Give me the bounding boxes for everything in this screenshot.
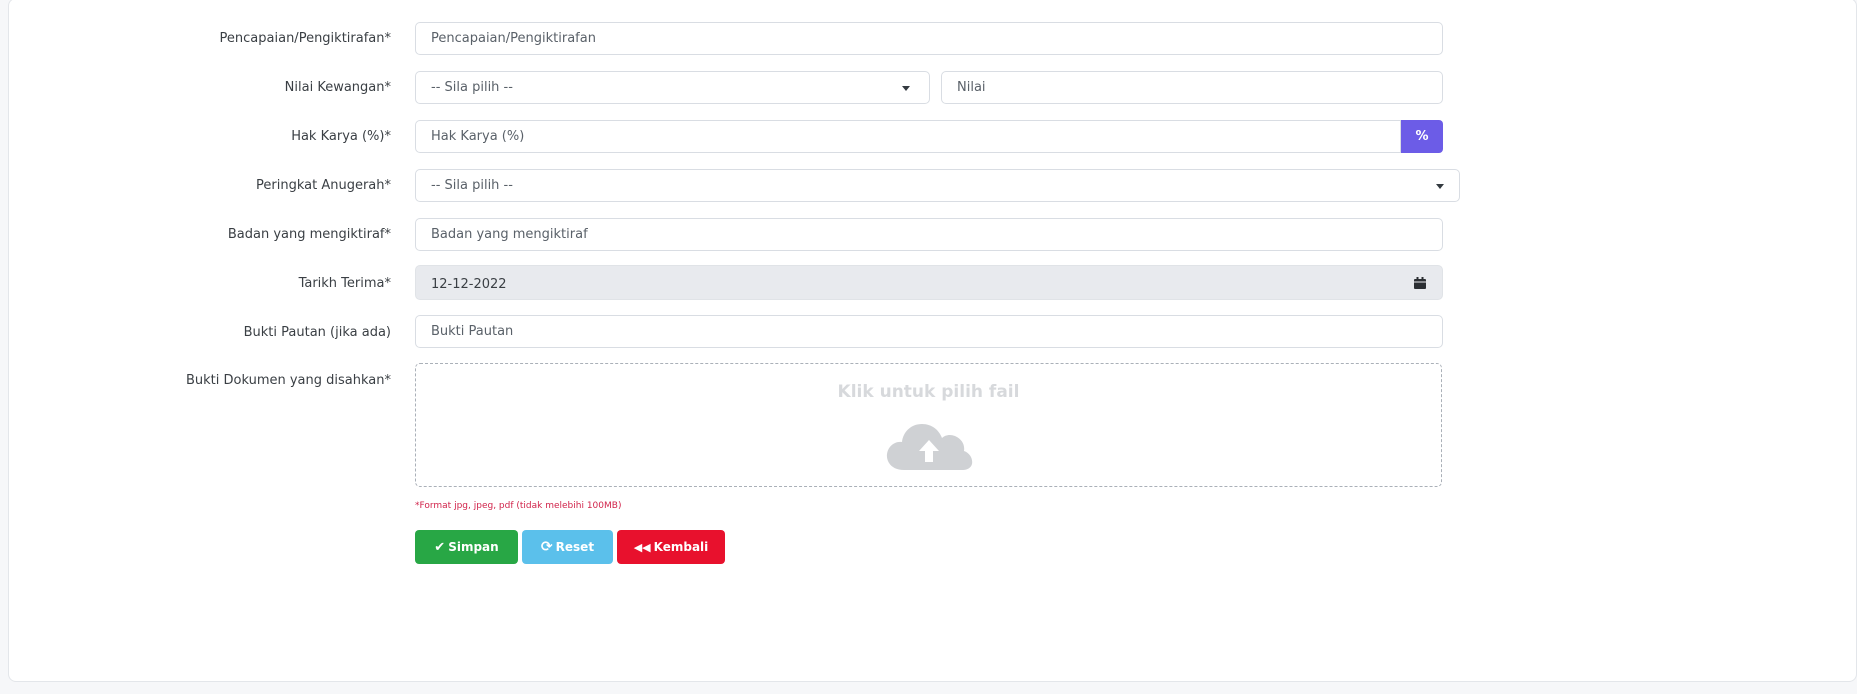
reset-button[interactable]: ⟳ Reset <box>522 530 613 564</box>
evidence-link-label: Bukti Pautan (jika ada) <box>243 325 391 340</box>
calendar-icon[interactable] <box>1413 275 1427 289</box>
copyright-label: Hak Karya (%)* <box>291 129 391 144</box>
save-button-label: Simpan <box>448 540 499 554</box>
value-input[interactable]: Nilai <box>941 71 1443 104</box>
percent-icon: % <box>1401 120 1443 153</box>
achievement-input[interactable]: Pencapaian/Pengiktirafan <box>415 22 1443 55</box>
chevron-down-icon <box>902 86 910 91</box>
recognizing-body-input[interactable]: Badan yang mengiktiraf <box>415 218 1443 251</box>
back-button[interactable]: ◀◀ Kembali <box>617 530 725 564</box>
evidence-link-input[interactable]: Bukti Pautan <box>415 315 1443 348</box>
financial-value-label: Nilai Kewangan* <box>284 80 391 95</box>
save-button[interactable]: ✔ Simpan <box>415 530 518 564</box>
file-dropzone[interactable]: Klik untuk pilih fail <box>415 363 1442 487</box>
financial-value-select-text: -- Sila pilih -- <box>431 80 513 95</box>
reset-button-label: Reset <box>555 540 595 554</box>
format-hint: *Format jpg, jpeg, pdf (tidak melebihi 1… <box>415 501 622 511</box>
evidence-document-label: Bukti Dokumen yang disahkan* <box>185 373 391 388</box>
back-button-label: Kembali <box>653 540 709 554</box>
recognizing-body-label: Badan yang mengiktiraf* <box>227 227 391 242</box>
award-level-select-text: -- Sila pilih -- <box>431 178 513 193</box>
received-date-input[interactable]: 12-12-2022 <box>415 265 1443 300</box>
award-level-label: Peringkat Anugerah* <box>256 178 391 193</box>
refresh-icon: ⟳ <box>540 539 553 555</box>
double-left-icon: ◀◀ <box>633 540 651 554</box>
achievement-label: Pencapaian/Pengiktirafan* <box>219 31 391 46</box>
cloud-upload-icon <box>884 420 974 472</box>
financial-value-select[interactable]: -- Sila pilih -- <box>415 71 930 104</box>
received-date-label: Tarikh Terima* <box>298 276 391 291</box>
dropzone-title: Klik untuk pilih fail <box>837 382 1020 402</box>
copyright-input[interactable]: Hak Karya (%) <box>415 120 1401 153</box>
chevron-down-icon <box>1436 184 1444 189</box>
award-level-select[interactable]: -- Sila pilih -- <box>415 169 1460 202</box>
check-icon: ✔ <box>434 539 446 555</box>
